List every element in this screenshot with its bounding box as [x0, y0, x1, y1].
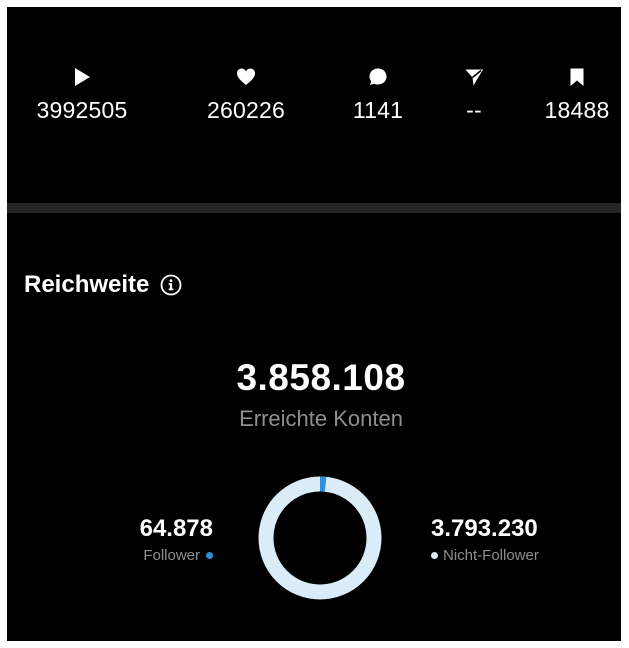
reach-total: 3.858.108 — [236, 357, 406, 398]
likes-count: 260226 — [207, 97, 285, 123]
reach-total-label: Erreichte Konten — [239, 406, 403, 431]
donut-nonfollower-segment — [258, 476, 382, 600]
bookmark-icon — [570, 68, 584, 86]
send-icon — [465, 69, 483, 86]
nonfollower-count: 3.793.230 — [431, 515, 538, 542]
comment-icon — [369, 68, 387, 85]
follower-label: Follower — [143, 547, 200, 564]
metric-likes: 260226 — [181, 67, 311, 123]
metric-saves: 18488 — [512, 67, 621, 123]
reach-donut-chart — [258, 476, 382, 600]
nonfollower-dot — [431, 552, 438, 559]
saves-count: 18488 — [544, 97, 610, 123]
section-divider — [7, 203, 621, 213]
nonfollower-label: Nicht-Follower — [443, 547, 539, 564]
reach-header: Reichweite — [24, 271, 182, 299]
follower-dot — [206, 552, 213, 559]
follower-legend: Follower — [143, 547, 213, 564]
nonfollower-legend: Nicht-Follower — [431, 547, 539, 564]
reach-title: Reichweite — [24, 271, 150, 298]
plays-count: 3992505 — [36, 97, 128, 123]
play-icon — [75, 68, 90, 86]
insights-panel: 3992505 260226 1141 -- 18488 Reichweite — [7, 7, 621, 641]
metric-plays: 3992505 — [17, 67, 147, 123]
info-icon[interactable] — [160, 274, 182, 296]
heart-icon — [237, 68, 255, 85]
follower-count: 64.878 — [139, 515, 213, 542]
